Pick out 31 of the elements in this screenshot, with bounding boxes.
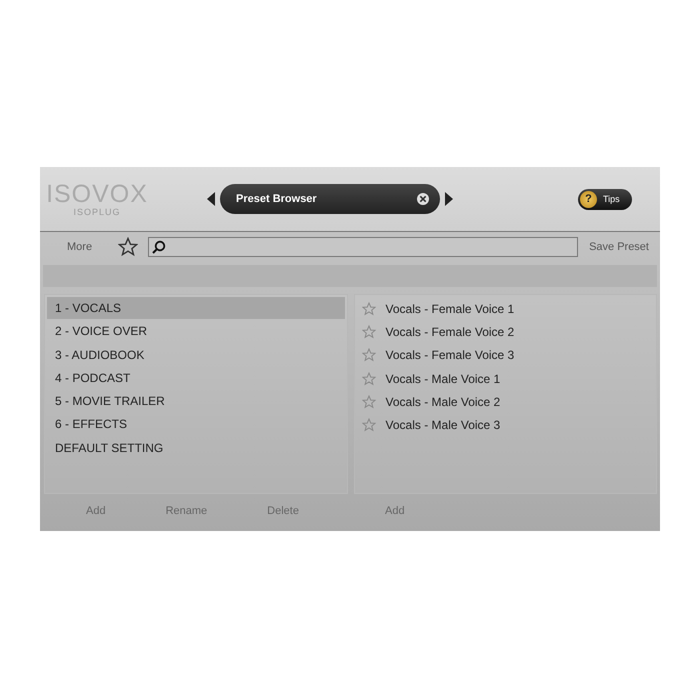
bank-item[interactable]: DEFAULT SETTING	[47, 436, 344, 459]
bank-item[interactable]: 2 - VOICE OVER	[47, 320, 344, 342]
more-button[interactable]: More	[67, 241, 92, 253]
previous-arrow-icon[interactable]	[207, 192, 215, 206]
preset-item[interactable]: Vocals - Female Voice 3	[386, 348, 514, 362]
search-field[interactable]	[148, 237, 578, 257]
star-icon[interactable]	[362, 372, 376, 386]
preset-item[interactable]: Vocals - Male Voice 2	[386, 394, 500, 409]
clear-icon[interactable]	[416, 192, 430, 206]
bank-item[interactable]: 1 - VOCALS	[47, 297, 344, 319]
bank-item[interactable]: 5 - MOVIE TRAILER	[47, 390, 344, 412]
star-icon[interactable]	[362, 394, 376, 409]
search-icon	[152, 240, 166, 254]
save-preset-button[interactable]: Save Preset	[589, 241, 649, 253]
help-icon: ?	[580, 190, 597, 208]
next-arrow-icon[interactable]	[445, 192, 453, 206]
star-icon[interactable]	[118, 237, 138, 257]
bank-item[interactable]: 6 - EFFECTS	[47, 413, 344, 436]
bank-item[interactable]: 4 - PODCAST	[47, 366, 344, 389]
bank-item[interactable]: 3 - AUDIOBOOK	[47, 344, 344, 366]
preset-item[interactable]: Vocals - Female Voice 1	[386, 302, 514, 316]
logo-subtitle: ISOPLUG	[73, 207, 120, 217]
star-icon[interactable]	[362, 324, 376, 339]
preset-item[interactable]: Vocals - Male Voice 3	[386, 418, 500, 432]
preset-item[interactable]: Vocals - Female Voice 2	[386, 324, 514, 339]
star-icon[interactable]	[362, 302, 376, 316]
tips-button[interactable]: ? Tips	[578, 188, 632, 210]
star-icon[interactable]	[362, 418, 376, 432]
preset-item[interactable]: Vocals - Male Voice 1	[386, 372, 500, 386]
preset-name: Preset Browser	[236, 193, 317, 205]
star-icon[interactable]	[362, 348, 376, 362]
